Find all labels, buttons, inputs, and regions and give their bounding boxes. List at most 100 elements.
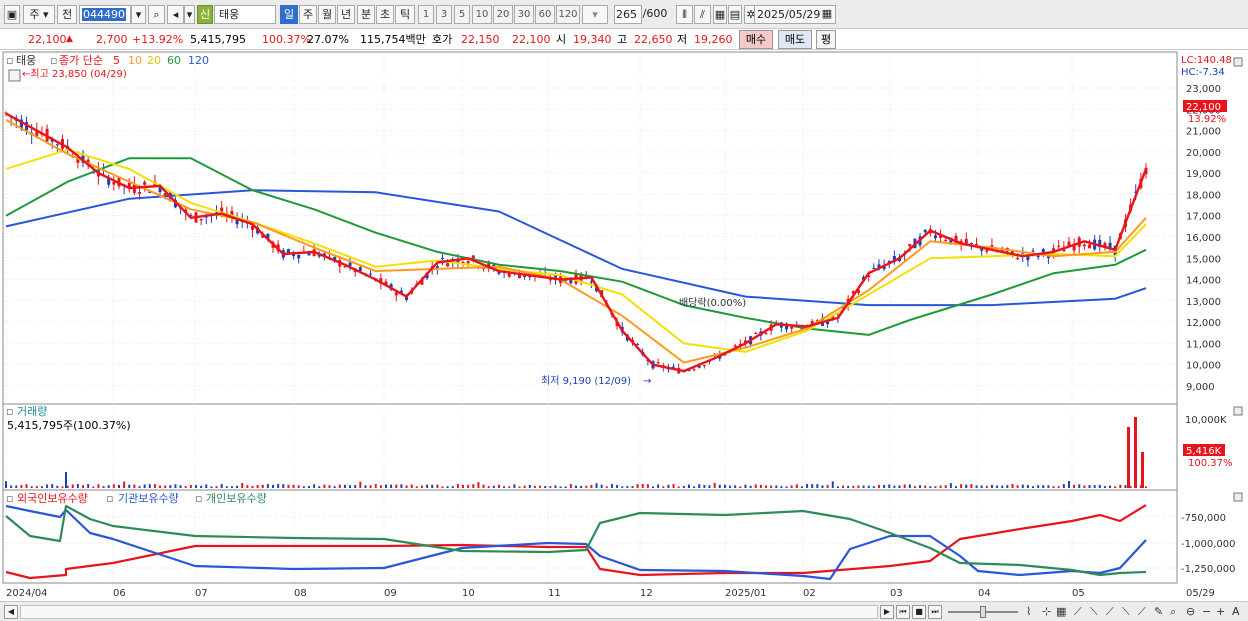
zoom-out-icon[interactable]: ⊖ (1186, 605, 1195, 618)
plus-icon[interactable]: + (1216, 605, 1225, 618)
window-menu-icon[interactable]: ▣ (4, 5, 20, 24)
volume-bar (318, 486, 321, 488)
interval-5[interactable]: 5 (454, 5, 470, 24)
volume-bar (76, 484, 79, 488)
zoom-slider-thumb[interactable] (980, 606, 986, 618)
chart-area[interactable]: 23,00022,00021,00020,00019,00018,00017,0… (0, 51, 1248, 602)
volume-bar (990, 485, 993, 488)
volume-bar (1124, 485, 1127, 488)
market-type-select[interactable]: 주 ▾ (23, 5, 55, 24)
volume-bar (189, 485, 192, 488)
candle-type-icon[interactable]: ⫴ (676, 5, 693, 24)
period-tab-minute[interactable]: 분 (357, 5, 375, 24)
scroll-right-icon[interactable]: ▶ (880, 605, 894, 619)
volume-bar (364, 485, 367, 488)
volume-bar (852, 485, 855, 488)
magnifier-icon[interactable]: ⌕ (1170, 605, 1176, 619)
crosshair-icon[interactable]: ⊹ (1042, 605, 1051, 618)
chart-settings-icon[interactable] (8, 69, 21, 82)
holdings-tick-label: -1,250,000 (1181, 564, 1236, 575)
volume-bar (729, 485, 732, 488)
period-tab-tick[interactable]: 틱 (395, 5, 415, 24)
chart-canvas[interactable]: 23,00022,00021,00020,00019,00018,00017,0… (0, 51, 1248, 602)
calendar-icon[interactable]: ▦ (820, 5, 834, 24)
bar-tool-icon[interactable]: ▦ (1056, 605, 1066, 618)
scroll-first-icon[interactable]: ⏮ (896, 605, 910, 619)
volume-panel-handle-icon[interactable]: ▫ (6, 405, 13, 418)
scroll-last-icon[interactable]: ⏭ (928, 605, 942, 619)
ray-icon[interactable]: ⟍ (1122, 605, 1130, 619)
volume-bar (734, 485, 737, 488)
legend-stock-name: 태웅 (16, 54, 36, 67)
volume-bar (605, 486, 608, 488)
search-icon[interactable]: ⌕ (148, 5, 165, 24)
sell-button[interactable]: 매도 (778, 30, 812, 49)
volume-bar (929, 486, 932, 488)
period-tab-month[interactable]: 월 (318, 5, 336, 24)
channel-icon[interactable]: ⟋ (1106, 605, 1114, 619)
x-axis-label: 03 (890, 588, 903, 599)
period-tab-week[interactable]: 주 (299, 5, 317, 24)
stop-icon[interactable]: ■ (912, 605, 926, 619)
volume-bar (65, 472, 67, 488)
indicator-icon[interactable]: ⫽ (694, 5, 711, 24)
interval-custom-input[interactable]: ▾ (582, 5, 608, 24)
text-tool-icon[interactable]: ⟋ (1138, 605, 1146, 619)
scroll-left-icon[interactable]: ◀ (4, 605, 18, 619)
price-tick-label: 9,000 (1186, 382, 1215, 393)
stock-code-input[interactable]: 044490 (79, 5, 131, 24)
volume-panel-value: 5,415,795주(100.37%) (7, 419, 131, 432)
volume-bar (472, 484, 475, 488)
code-dropdown-icon[interactable]: ▾ (131, 5, 146, 24)
volume-bar (236, 485, 239, 488)
fib-icon[interactable]: ⟍ (1090, 605, 1098, 619)
period-tab-year[interactable]: 년 (337, 5, 355, 24)
legend-separator-icon: ▫ (195, 492, 202, 505)
scroll-track[interactable] (20, 605, 878, 619)
volume-bar (821, 485, 824, 488)
volume-bar (518, 486, 521, 488)
volume-bar (426, 484, 429, 488)
volume-bar (323, 484, 326, 488)
holdings-handle-icon[interactable]: ▫ (6, 492, 13, 505)
volume-panel-close-icon[interactable] (1233, 406, 1243, 416)
price-panel-close-icon[interactable] (1233, 57, 1243, 67)
panel-handle-icon[interactable]: ▫ (6, 54, 13, 67)
candle-body (1031, 250, 1035, 252)
legend-individual-holdings: 개인보유수량 (206, 492, 267, 505)
stock-name-field[interactable]: 태웅 (214, 5, 276, 24)
volume-bar (410, 484, 413, 488)
interval-20[interactable]: 20 (493, 5, 513, 24)
interval-10[interactable]: 10 (472, 5, 492, 24)
interval-3[interactable]: 3 (436, 5, 452, 24)
draw-tools-icon[interactable]: ⌇ (1026, 605, 1031, 618)
interval-1[interactable]: 1 (418, 5, 434, 24)
speaker-icon[interactable]: ◂ (167, 5, 184, 24)
volume-bar (539, 485, 542, 488)
prev-button[interactable]: 전 (57, 5, 77, 24)
font-icon[interactable]: A (1232, 605, 1240, 618)
holdings-panel-close-icon[interactable] (1233, 492, 1243, 502)
volume-bar (102, 486, 105, 488)
interval-60[interactable]: 60 (535, 5, 555, 24)
eraser-icon[interactable]: ✎ (1154, 605, 1163, 618)
candle-body (872, 267, 876, 269)
interval-120[interactable]: 120 (556, 5, 580, 24)
eval-button[interactable]: 평 (816, 30, 836, 49)
volume-bar (610, 484, 613, 488)
trendline-icon[interactable]: ⟋ (1074, 605, 1082, 619)
volume-bar (1026, 485, 1029, 488)
period-tab-day[interactable]: 일 (280, 5, 298, 24)
current-price: 22,100 (28, 33, 67, 46)
volume-bar (287, 484, 290, 488)
buy-button[interactable]: 매수 (739, 30, 773, 49)
candle-body (1088, 244, 1092, 249)
grid-icon[interactable]: ▦ (713, 5, 727, 24)
volume-bar (487, 486, 490, 488)
data-count-input[interactable]: 265 (614, 5, 642, 24)
period-tab-second[interactable]: 초 (376, 5, 394, 24)
speaker-dropdown-icon[interactable]: ▾ (184, 5, 195, 24)
save-icon[interactable]: ▤ (728, 5, 742, 24)
minus-icon[interactable]: − (1202, 605, 1211, 618)
interval-30[interactable]: 30 (514, 5, 534, 24)
